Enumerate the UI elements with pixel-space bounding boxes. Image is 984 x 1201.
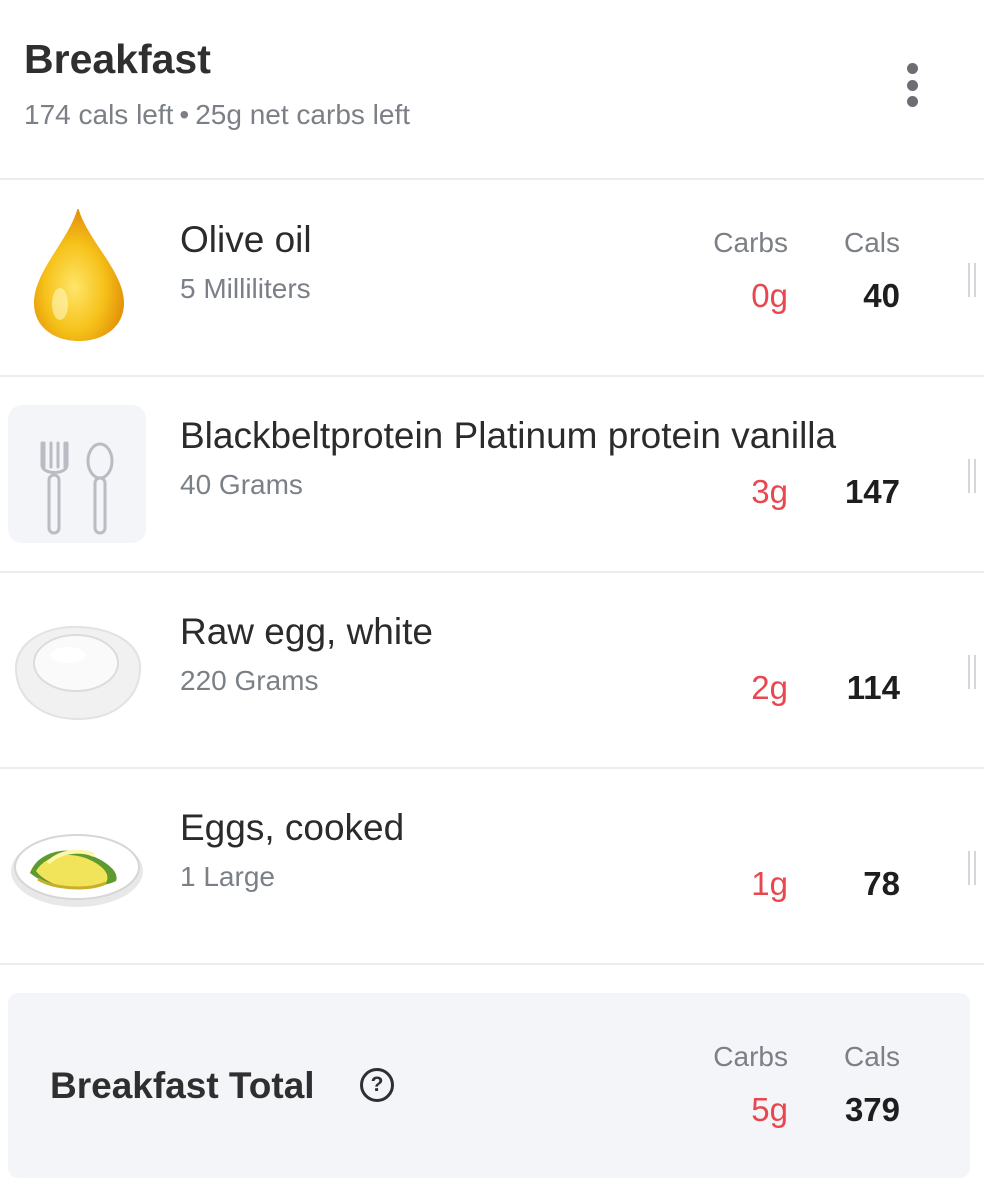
food-row-olive-oil[interactable]: Olive oil 5 Milliliters Carbs Cals 0g 40 xyxy=(0,181,984,377)
food-name: Blackbeltprotein Platinum protein vanill… xyxy=(180,415,837,456)
food-quantity: 1 Large xyxy=(180,861,275,892)
summary-separator: • xyxy=(179,99,190,130)
carbs-column-label: Carbs xyxy=(713,1041,788,1072)
carbs-value: 1g xyxy=(751,865,788,902)
food-name: Olive oil xyxy=(180,219,312,260)
fork-spoon-icon xyxy=(8,405,146,543)
carbs-value: 2g xyxy=(751,669,788,706)
food-name: Eggs, cooked xyxy=(180,807,405,848)
drag-handle-icon[interactable] xyxy=(968,851,976,885)
food-row-eggs-cooked[interactable]: Eggs, cooked 1 Large 1g 78 xyxy=(0,769,984,965)
carbs-column-label: Carbs xyxy=(713,227,788,258)
meal-header: Breakfast 174 cals left • 25g net carbs le… xyxy=(0,0,984,180)
cals-left: 174 cals left xyxy=(24,99,174,130)
more-options-icon[interactable] xyxy=(896,60,928,110)
carbs-value: 3g xyxy=(751,473,788,510)
meal-summary: 174 cals left • 25g net carbs left xyxy=(24,99,410,131)
cals-value: 147 xyxy=(844,473,900,510)
help-icon[interactable]: ? xyxy=(360,1068,394,1102)
cals-value: 78 xyxy=(863,865,900,902)
olive-oil-drop-icon xyxy=(8,207,146,347)
egg-white-icon xyxy=(8,601,146,739)
net-carbs-left: 25g net carbs left xyxy=(195,99,411,130)
food-row-protein[interactable]: Blackbeltprotein Platinum protein vanill… xyxy=(0,377,984,573)
food-name: Raw egg, white xyxy=(180,611,433,652)
food-quantity: 220 Grams xyxy=(180,665,319,696)
total-label: Breakfast Total xyxy=(50,1065,315,1106)
cooked-eggs-plate-icon xyxy=(8,797,146,935)
drag-handle-icon[interactable] xyxy=(968,263,976,297)
food-row-raw-egg-white[interactable]: Raw egg, white 220 Grams 2g 114 xyxy=(0,573,984,769)
meal-title: Breakfast xyxy=(24,36,211,82)
cals-column-label: Cals xyxy=(843,1041,900,1072)
total-carbs-value: 5g xyxy=(751,1091,788,1128)
drag-handle-icon[interactable] xyxy=(968,459,976,493)
food-quantity: 40 Grams xyxy=(180,469,303,500)
carbs-value: 0g xyxy=(751,277,788,314)
cals-value: 114 xyxy=(846,669,900,706)
total-cals-value: 379 xyxy=(844,1091,900,1128)
breakfast-total-card: Breakfast Total ? Carbs Cals 5g 379 xyxy=(8,993,970,1178)
food-quantity: 5 Milliliters xyxy=(180,273,311,304)
cals-value: 40 xyxy=(863,277,900,314)
drag-handle-icon[interactable] xyxy=(968,655,976,689)
cals-column-label: Cals xyxy=(843,227,900,258)
